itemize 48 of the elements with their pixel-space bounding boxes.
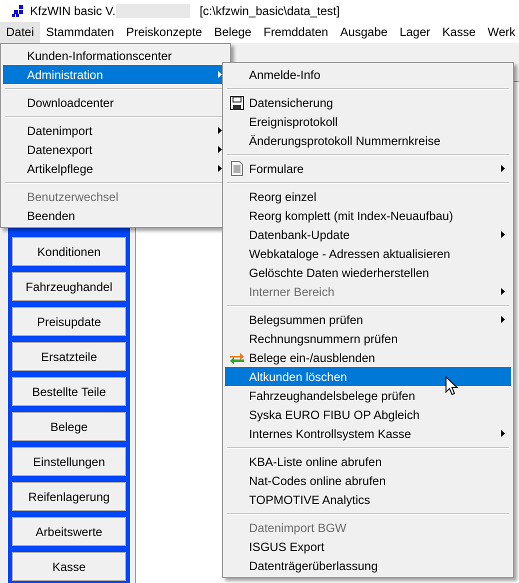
sidebar-button[interactable]: Ersatzteile — [12, 342, 126, 371]
sidebar-button[interactable]: Reifenlagerung — [12, 482, 126, 511]
sidebar-button[interactable]: Belege — [12, 412, 126, 441]
sidebar-button[interactable]: Preisupdate — [12, 307, 126, 336]
menu-item[interactable]: Kasse — [436, 22, 482, 43]
menu-item[interactable]: TOPMOTIVE Analytics — [225, 490, 511, 509]
menu-item[interactable]: Altkunden löschen — [225, 367, 511, 386]
menu-item[interactable]: Internes Kontrollsystem Kasse — [225, 424, 511, 443]
menu-item[interactable]: Rechnungsnummern prüfen — [225, 329, 511, 348]
sidebar-button[interactable]: Konditionen — [12, 237, 126, 266]
menu-item[interactable]: Preiskonzepte — [120, 22, 208, 43]
sidebar-button[interactable]: Arbeitswerte — [12, 517, 126, 546]
menu-item[interactable]: Gelöschte Daten wiederherstellen — [225, 263, 511, 282]
menu-item[interactable]: Werk — [482, 22, 519, 43]
menu-item[interactable]: Ereignisprotokoll — [225, 112, 511, 131]
menu-item[interactable]: Änderungsprotokoll Nummernkreise — [225, 131, 511, 150]
document-icon — [231, 161, 243, 176]
menu-item[interactable]: Lager — [394, 22, 436, 43]
menu-item[interactable]: Fremddaten — [257, 22, 334, 43]
sidebar-button[interactable]: Fahrzeughandel — [12, 272, 126, 301]
sidebar-button[interactable]: Einstellungen — [12, 447, 126, 476]
menu-item[interactable]: Fahrzeughandelsbelege prüfen — [225, 386, 511, 405]
menu-item[interactable]: Reorg komplett (mit Index-Neuaufbau) — [225, 206, 511, 225]
menu-item[interactable]: Datenträgerüberlassung — [225, 556, 511, 575]
swap-arrows-icon — [229, 350, 245, 364]
window-title: KfzWIN basic V. — [30, 4, 116, 18]
menu-item[interactable]: Kunden-Informationscenter — [3, 46, 228, 65]
sidebar-button[interactable]: Bestellte Teile — [12, 377, 126, 406]
menu-item[interactable]: KBA-Liste online abrufen — [225, 452, 511, 471]
menu-item[interactable]: Ausgabe — [334, 22, 394, 43]
menu-item[interactable]: Stammdaten — [40, 22, 120, 43]
menu-item[interactable]: Reorg einzel — [225, 187, 511, 206]
menu-item[interactable]: ISGUS Export — [225, 537, 511, 556]
menu-item[interactable]: Belege — [208, 22, 258, 43]
menu-item[interactable]: Datensicherung — [225, 93, 511, 112]
menu-item[interactable]: Datei — [0, 22, 40, 43]
cursor-icon — [445, 376, 458, 396]
menu-item[interactable]: Nat-Codes online abrufen — [225, 471, 511, 490]
menu-item[interactable]: Syska EURO FIBU OP Abgleich — [225, 405, 511, 424]
menu-item[interactable]: Datenbank-Update — [225, 225, 511, 244]
menu-item[interactable]: Belegsummen prüfen — [225, 310, 511, 329]
menu-item[interactable]: Formulare — [225, 159, 511, 178]
sidebar-button[interactable]: Kasse — [12, 552, 126, 581]
menu-item[interactable]: Webkataloge - Adressen aktualisieren — [225, 244, 511, 263]
menu-item[interactable]: Anmelde-Info — [225, 65, 511, 84]
window-path: [c:\kfzwin_basic\data_test] — [200, 4, 340, 18]
menu-item[interactable]: Belege ein-/ausblenden — [225, 348, 511, 367]
app-logo-icon — [12, 5, 24, 17]
